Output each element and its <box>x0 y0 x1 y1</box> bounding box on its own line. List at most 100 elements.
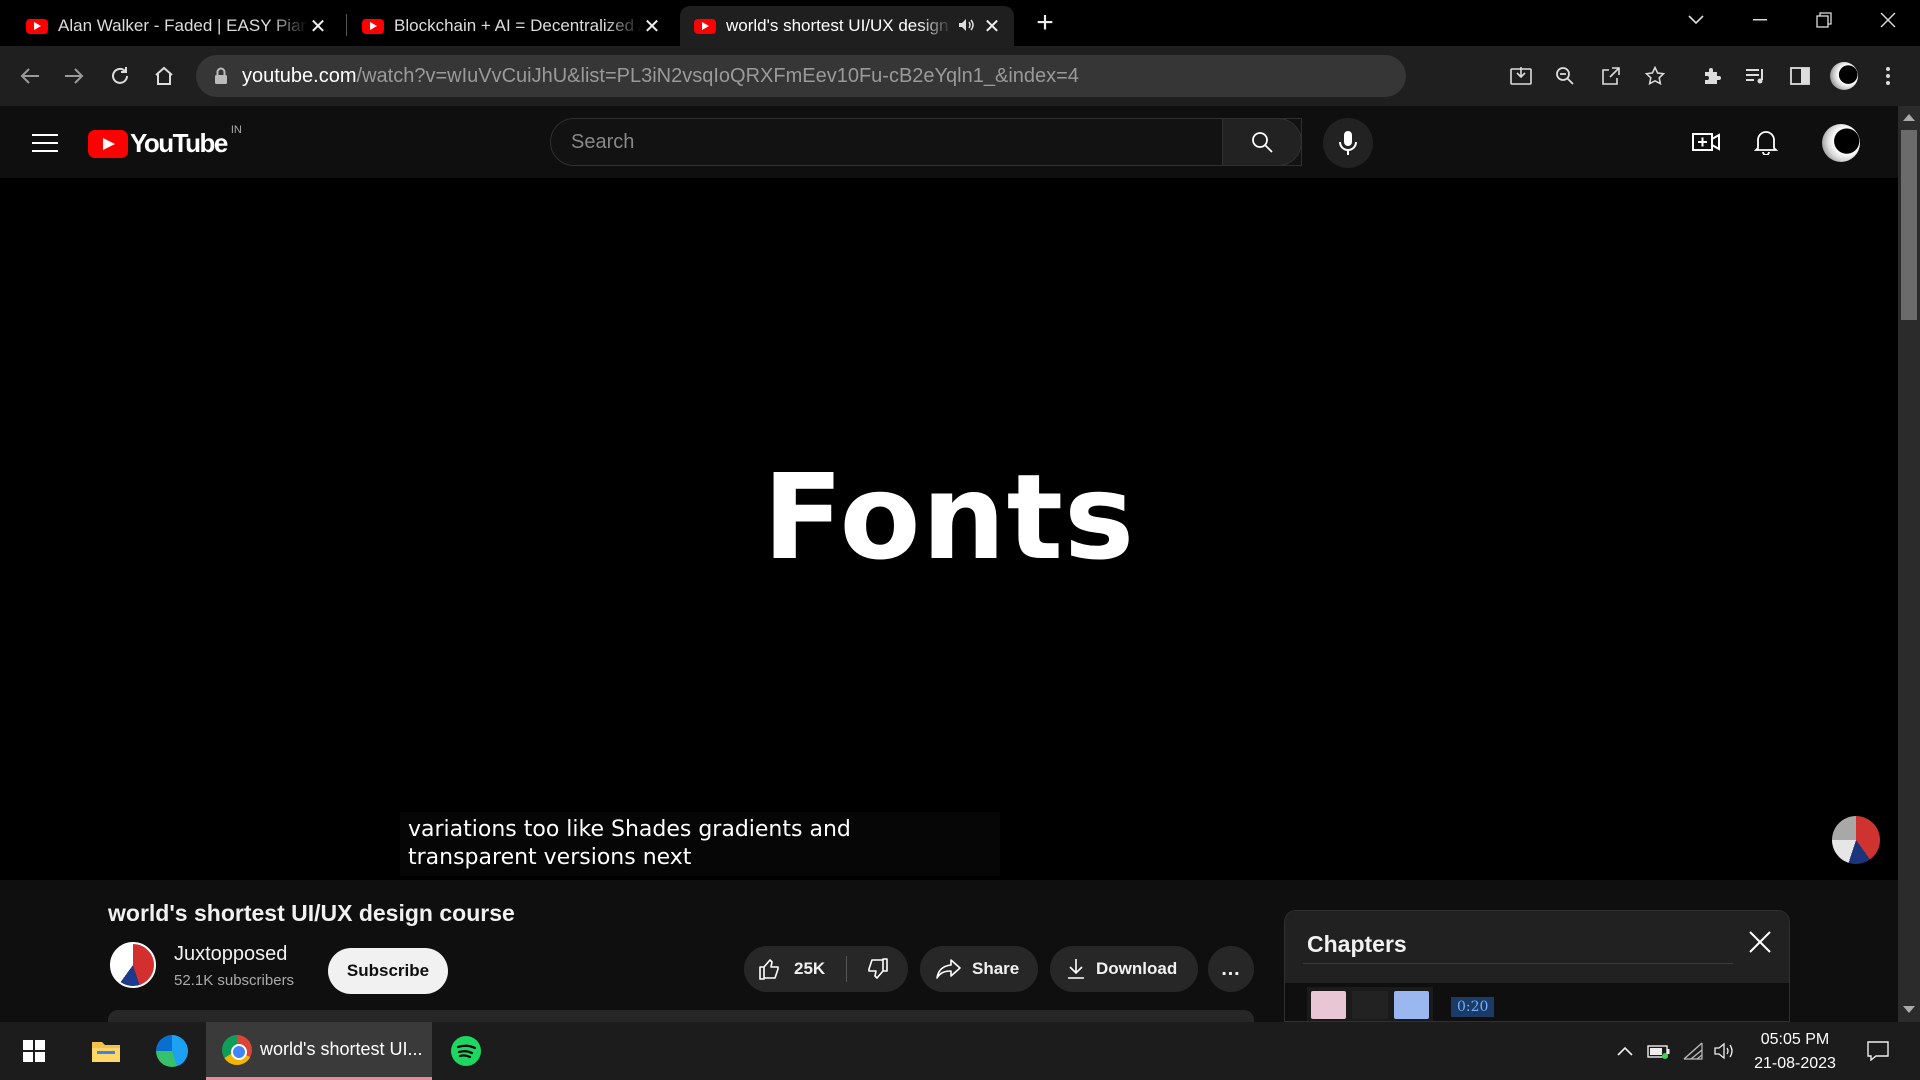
like-button[interactable]: 25K <box>744 946 846 992</box>
url-path: /watch?v=wIuVvCuiJhU&list=PL3iN2vsqIoQRX… <box>356 64 1079 87</box>
subscribe-button[interactable]: Subscribe <box>328 948 448 994</box>
caption-line: variations too like Shades gradients and <box>408 817 851 842</box>
close-tab-icon[interactable]: ✕ <box>308 14 328 39</box>
lock-icon[interactable] <box>214 67 228 85</box>
channel-avatar[interactable] <box>110 942 156 988</box>
search-icon <box>1252 132 1273 153</box>
closed-captions: variations too like Shades gradients and… <box>400 812 1000 876</box>
browser-tab-strip: Alan Walker - Faded | EASY Piano ✕ Block… <box>0 0 1920 46</box>
taskbar-window-title: world's shortest UI... <box>260 1039 423 1059</box>
channel-watermark[interactable] <box>1832 816 1880 864</box>
install-app-icon[interactable] <box>1504 58 1538 94</box>
page-scrollbar[interactable] <box>1898 106 1920 1022</box>
close-icon[interactable] <box>1745 927 1775 957</box>
profile-avatar-icon[interactable] <box>1826 58 1862 94</box>
more-actions-button[interactable]: … <box>1208 946 1254 992</box>
windows-start-icon[interactable] <box>8 1022 60 1080</box>
create-video-plus-icon <box>1692 133 1720 151</box>
close-tab-icon[interactable]: ✕ <box>982 14 1002 39</box>
tab-title: Alan Walker - Faded | EASY Piano <box>58 16 308 35</box>
home-icon[interactable] <box>146 58 182 94</box>
scroll-down-arrow-icon[interactable] <box>1903 1006 1915 1013</box>
scrollbar-thumb[interactable] <box>1901 130 1917 320</box>
chapters-title: Chapters <box>1307 931 1407 957</box>
account-avatar[interactable] <box>1822 124 1860 162</box>
minimize-window-button[interactable] <box>1730 0 1790 40</box>
restore-window-button[interactable] <box>1794 0 1854 40</box>
hamburger-menu-icon[interactable] <box>28 126 62 160</box>
create-video-button[interactable] <box>1684 120 1728 164</box>
media-controls-icon[interactable] <box>1738 58 1774 94</box>
video-frame-text: Fonts <box>762 448 1136 586</box>
forward-arrow-icon[interactable] <box>56 58 92 94</box>
share-page-icon[interactable] <box>1594 58 1628 94</box>
youtube-favicon-icon <box>694 18 716 34</box>
system-clock[interactable]: 05:05 PM 21-08-2023 <box>1740 1028 1850 1076</box>
caption-line: transparent versions next <box>408 845 692 870</box>
notification-center-icon[interactable] <box>1858 1022 1898 1080</box>
download-button[interactable]: Download <box>1050 946 1198 992</box>
browser-tab-3-active[interactable]: world's shortest UI/UX design course ✕ <box>680 6 1014 46</box>
search-button[interactable] <box>1222 118 1302 166</box>
browser-toolbar: youtube.com/watch?v=wIuVvCuiJhU&list=PL3… <box>0 46 1920 106</box>
share-button[interactable]: Share <box>920 946 1038 992</box>
tab-title: world's shortest UI/UX design course <box>726 16 952 35</box>
subscriber-count: 52.1K subscribers <box>174 972 295 989</box>
chapters-panel: Chapters 0:20 <box>1284 910 1790 1022</box>
new-tab-button[interactable]: + <box>1030 6 1060 40</box>
edge-browser-icon[interactable] <box>146 1022 198 1080</box>
show-hidden-icons-chevron-up-icon[interactable] <box>1610 1022 1640 1080</box>
wifi-icon[interactable] <box>1678 1022 1708 1080</box>
bell-icon <box>1754 131 1778 155</box>
reload-icon[interactable] <box>102 58 138 94</box>
tab-search-chevron-down-icon[interactable] <box>1666 0 1726 40</box>
clock-date: 21-08-2023 <box>1754 1055 1836 1072</box>
notifications-button[interactable] <box>1744 120 1788 164</box>
close-tab-icon[interactable]: ✕ <box>642 14 662 39</box>
video-player[interactable]: Fonts variations too like Shades gradien… <box>0 178 1898 880</box>
voice-search-button[interactable] <box>1323 118 1373 168</box>
clock-time: 05:05 PM <box>1760 1031 1830 1048</box>
file-explorer-folder-icon[interactable] <box>80 1022 132 1080</box>
back-arrow-icon[interactable] <box>12 58 48 94</box>
video-info-section: world's shortest UI/UX design course Jux… <box>0 880 1898 1022</box>
battery-charging-icon[interactable] <box>1644 1022 1674 1080</box>
windows-taskbar: world's shortest UI... 05:05 PM 21-08-20… <box>0 1022 1920 1080</box>
taskbar-chrome-window[interactable]: world's shortest UI... <box>206 1022 432 1080</box>
scroll-up-arrow-icon[interactable] <box>1903 114 1915 121</box>
browser-menu-kebab-icon[interactable] <box>1870 58 1906 94</box>
video-title: world's shortest UI/UX design course <box>108 900 515 926</box>
side-panel-icon[interactable] <box>1782 58 1818 94</box>
like-count: 25K <box>794 959 826 978</box>
zoom-icon[interactable] <box>1548 58 1582 94</box>
dislike-button[interactable] <box>847 946 907 992</box>
download-icon <box>1068 959 1084 979</box>
share-label: Share <box>972 959 1020 978</box>
microphone-icon <box>1339 131 1357 155</box>
browser-tab-1[interactable]: Alan Walker - Faded | EASY Piano ✕ <box>0 6 340 46</box>
description-box[interactable] <box>108 1010 1254 1022</box>
youtube-favicon-icon <box>26 18 48 34</box>
volume-speaker-icon[interactable] <box>1710 1022 1740 1080</box>
address-bar[interactable]: youtube.com/watch?v=wIuVvCuiJhU&list=PL3… <box>196 55 1406 97</box>
chapter-thumbnail[interactable] <box>1307 987 1433 1021</box>
share-arrow-icon <box>936 959 961 979</box>
channel-name[interactable]: Juxtopposed <box>174 943 287 966</box>
spotify-icon[interactable] <box>440 1022 492 1080</box>
extensions-puzzle-icon[interactable] <box>1694 58 1730 94</box>
search-box <box>550 118 1302 166</box>
youtube-logo[interactable]: YouTube IN <box>88 124 242 159</box>
search-input[interactable] <box>571 130 1301 154</box>
thumbs-up-icon <box>759 959 779 980</box>
youtube-play-logo-icon <box>88 129 128 158</box>
chrome-icon <box>222 1034 252 1065</box>
speaker-audio-icon[interactable] <box>958 18 976 35</box>
download-label: Download <box>1096 959 1178 978</box>
tab-title: Blockchain + AI = Decentralized AI <box>394 16 642 35</box>
region-code: IN <box>230 123 242 136</box>
chapter-timestamp[interactable]: 0:20 <box>1451 997 1495 1017</box>
thumbs-down-icon <box>868 958 888 979</box>
bookmark-star-icon[interactable] <box>1638 58 1672 94</box>
browser-tab-2[interactable]: Blockchain + AI = Decentralized AI ✕ <box>336 6 674 46</box>
close-window-button[interactable] <box>1858 0 1918 40</box>
